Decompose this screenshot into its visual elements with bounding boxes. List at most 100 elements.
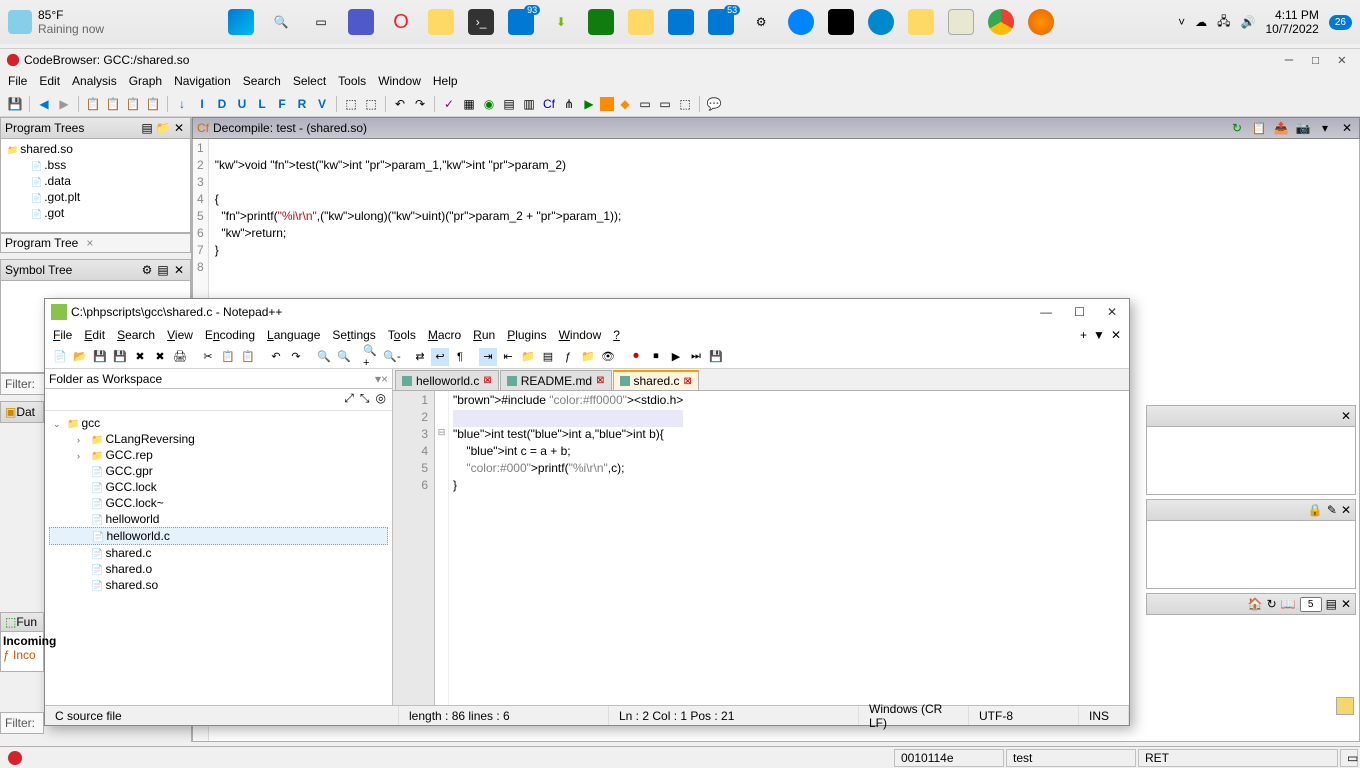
npp-menu-edit[interactable]: Edit bbox=[84, 328, 105, 342]
letter-u-icon[interactable]: U bbox=[233, 95, 251, 113]
close-button[interactable]: ✕ bbox=[1338, 52, 1346, 68]
npp-menu-settings[interactable]: Settings bbox=[332, 328, 375, 342]
bookmark-icon[interactable] bbox=[1336, 697, 1354, 715]
npp-minimize-button[interactable]: — bbox=[1040, 305, 1052, 319]
monitor-icon[interactable]: 👁 bbox=[599, 348, 617, 366]
allchars-icon[interactable]: ¶ bbox=[451, 348, 469, 366]
save-icon[interactable]: 💾 bbox=[6, 95, 24, 113]
side-close-icon[interactable]: ▾× bbox=[375, 372, 388, 386]
program-tree[interactable]: shared.so .bss .data .got.plt .got bbox=[0, 139, 191, 233]
menu-window[interactable]: Window bbox=[378, 74, 421, 88]
tb-icon[interactable]: ◆ bbox=[616, 95, 634, 113]
pt-tool-icon[interactable]: ▤ bbox=[140, 121, 154, 135]
refresh-icon[interactable]: ↻ bbox=[1267, 597, 1277, 611]
save-icon[interactable]: 💾 bbox=[91, 348, 109, 366]
savemacro-icon[interactable]: 💾 bbox=[707, 348, 725, 366]
npp-menu-file[interactable]: File bbox=[53, 328, 72, 342]
undo-icon[interactable]: ↶ bbox=[267, 348, 285, 366]
letter-i-icon[interactable]: I bbox=[193, 95, 211, 113]
folderws-icon[interactable]: 📁 bbox=[579, 348, 597, 366]
npp-tree[interactable]: ⌄📁gcc ›📁CLangReversing ›📁GCC.rep 📄GCC.gp… bbox=[45, 411, 392, 705]
tree-file[interactable]: 📄helloworld bbox=[49, 511, 388, 527]
tree-folder[interactable]: ›📁CLangReversing bbox=[49, 431, 388, 447]
find-icon[interactable]: 🔍 bbox=[315, 348, 333, 366]
copy-icon[interactable]: 📋 bbox=[1251, 121, 1267, 135]
undo-icon[interactable]: ↶ bbox=[391, 95, 409, 113]
npp-menu-view[interactable]: View bbox=[167, 328, 193, 342]
run-icon[interactable]: ▶ bbox=[580, 95, 598, 113]
npp-menu-macro[interactable]: Macro bbox=[428, 328, 461, 342]
explorer-icon[interactable] bbox=[428, 9, 454, 35]
lock-icon[interactable]: 🔒 bbox=[1308, 503, 1323, 517]
npp-menu-window[interactable]: Window bbox=[559, 328, 602, 342]
npp-dropdown-icon[interactable]: ▼ bbox=[1093, 328, 1105, 342]
npp-tab[interactable]: README.md⊠ bbox=[500, 370, 612, 390]
spinner-input[interactable] bbox=[1300, 597, 1322, 612]
tree-file[interactable]: 📄shared.o bbox=[49, 561, 388, 577]
tb-icon[interactable]: 📋 bbox=[84, 95, 102, 113]
tree-file[interactable]: 📄GCC.lock bbox=[49, 479, 388, 495]
npp-menu-tools[interactable]: Tools bbox=[388, 328, 416, 342]
bottom-filter[interactable]: Filter: bbox=[0, 712, 44, 734]
status-icon[interactable]: ▭ bbox=[1340, 749, 1358, 767]
app-green-icon[interactable] bbox=[588, 9, 614, 35]
tb-icon[interactable]: ▭ bbox=[656, 95, 674, 113]
chevron-up-icon[interactable]: ˅ bbox=[1178, 15, 1185, 29]
letter-r-icon[interactable]: R bbox=[293, 95, 311, 113]
tree-item[interactable]: .got bbox=[3, 205, 188, 221]
clock[interactable]: 4:11 PM 10/7/2022 bbox=[1265, 8, 1318, 37]
wrap-icon[interactable]: ↩ bbox=[431, 348, 449, 366]
back-icon[interactable]: ◀ bbox=[35, 95, 53, 113]
teams-icon[interactable] bbox=[348, 9, 374, 35]
snapshot-icon[interactable]: 📷 bbox=[1295, 121, 1311, 135]
npp-maximize-button[interactable]: ☐ bbox=[1074, 305, 1085, 319]
copy-icon[interactable]: 📋 bbox=[219, 348, 237, 366]
tree-file-selected[interactable]: 📄helloworld.c bbox=[49, 527, 388, 545]
expand-icon[interactable]: ⤢ bbox=[344, 391, 354, 408]
letter-v-icon[interactable]: V bbox=[313, 95, 331, 113]
program-tree-tab[interactable]: Program Tree bbox=[5, 236, 78, 250]
tb-icon[interactable]: ▥ bbox=[520, 95, 538, 113]
tree-file[interactable]: 📄shared.c bbox=[49, 545, 388, 561]
tb-icon[interactable]: ◉ bbox=[480, 95, 498, 113]
menu-navigation[interactable]: Navigation bbox=[174, 74, 231, 88]
tb-icon[interactable]: ✓ bbox=[440, 95, 458, 113]
close-icon[interactable]: ✖ bbox=[131, 348, 149, 366]
chat-icon[interactable]: 💬 bbox=[705, 95, 723, 113]
playmulti-icon[interactable]: ⏭ bbox=[687, 348, 705, 366]
tree-item[interactable]: .data bbox=[3, 173, 188, 189]
list-icon[interactable]: ▤ bbox=[1326, 597, 1337, 611]
incoming-item[interactable]: ƒ Inco bbox=[3, 648, 41, 662]
npp-plus-icon[interactable]: + bbox=[1080, 328, 1087, 342]
down-arrow-icon[interactable]: ↓ bbox=[173, 95, 191, 113]
telegram-icon[interactable] bbox=[868, 9, 894, 35]
funclist-icon[interactable]: ƒ bbox=[559, 348, 577, 366]
npp-menu-run[interactable]: Run bbox=[473, 328, 495, 342]
tree-file[interactable]: 📄shared.so bbox=[49, 577, 388, 593]
collapse-icon[interactable]: ⤡ bbox=[360, 391, 370, 408]
menu-select[interactable]: Select bbox=[293, 74, 326, 88]
saveall-icon[interactable]: 💾 bbox=[111, 348, 129, 366]
taskview-icon[interactable]: ▭ bbox=[308, 9, 334, 35]
new-icon[interactable]: 📄 bbox=[51, 348, 69, 366]
terminal-icon[interactable]: ›_ bbox=[468, 9, 494, 35]
menu-file[interactable]: File bbox=[8, 74, 27, 88]
npp-close-button[interactable]: ✕ bbox=[1107, 305, 1117, 319]
tree-file[interactable]: 📄GCC.gpr bbox=[49, 463, 388, 479]
mini-close-icon[interactable]: ✕ bbox=[1341, 409, 1351, 423]
tree-root[interactable]: shared.so bbox=[3, 141, 188, 157]
tb-icon[interactable]: ⬚ bbox=[342, 95, 360, 113]
print-icon[interactable]: 🖨 bbox=[171, 348, 189, 366]
tab-close-icon[interactable]: ⊠ bbox=[684, 376, 692, 387]
search-icon[interactable]: 🔍 bbox=[268, 9, 294, 35]
tb-icon[interactable]: ⋔ bbox=[560, 95, 578, 113]
closeall-icon[interactable]: ✖ bbox=[151, 348, 169, 366]
minimize-button[interactable]: — bbox=[1285, 52, 1293, 68]
letter-d-icon[interactable]: D bbox=[213, 95, 231, 113]
onedrive-icon[interactable]: ☁ bbox=[1195, 15, 1207, 29]
docmap-icon[interactable]: ▤ bbox=[539, 348, 557, 366]
forward-icon[interactable]: ▶ bbox=[55, 95, 73, 113]
tb-cf-icon[interactable]: Cf bbox=[540, 95, 558, 113]
outdent-icon[interactable]: ⇤ bbox=[499, 348, 517, 366]
maximize-button[interactable]: ☐ bbox=[1311, 52, 1319, 68]
